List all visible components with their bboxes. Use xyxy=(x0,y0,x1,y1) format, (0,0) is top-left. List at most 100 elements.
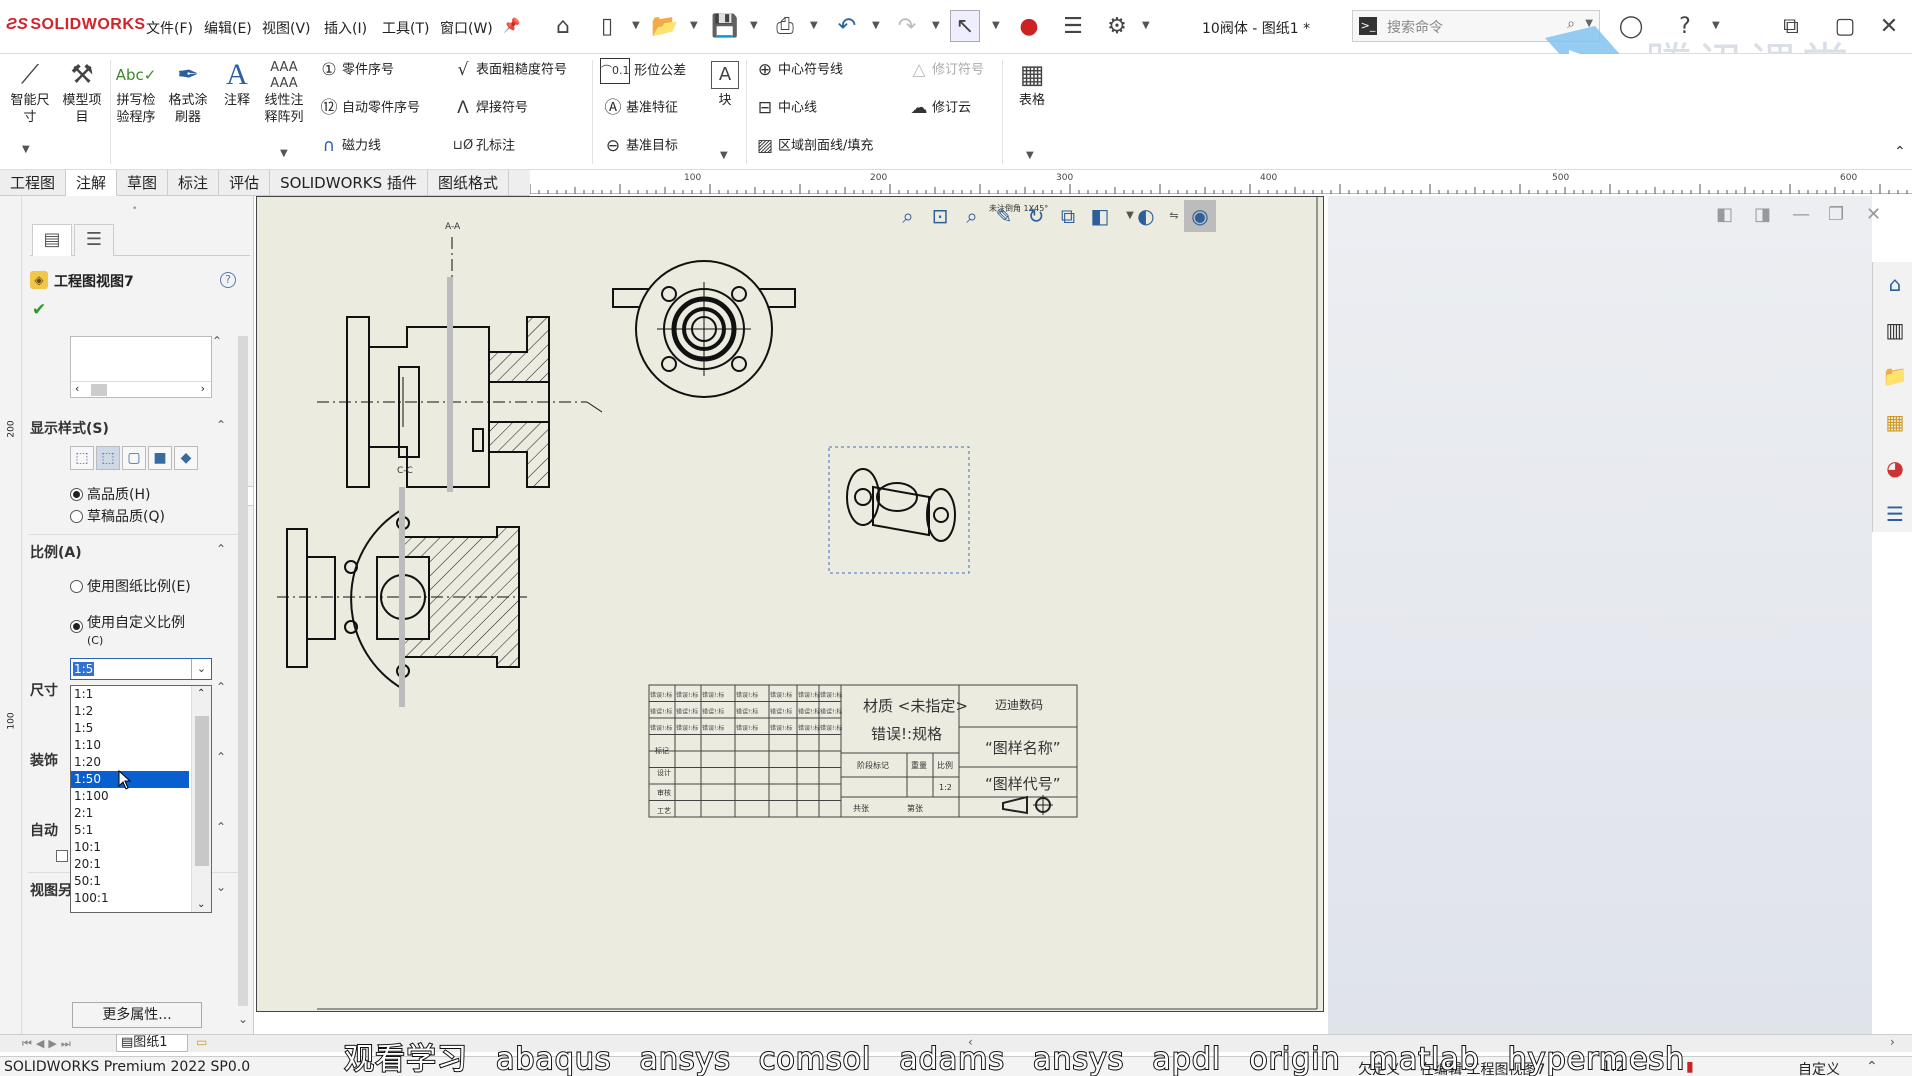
chevron-down-icon[interactable]: ▼ xyxy=(872,20,880,31)
chevron-down-icon[interactable]: ▼ xyxy=(750,20,758,31)
wireframe-style-icon[interactable]: ⬚ xyxy=(70,446,94,470)
scroll-down-icon[interactable]: ⌄ xyxy=(238,1012,248,1026)
expand-icon[interactable]: ⌄ xyxy=(216,880,226,894)
scale-option[interactable]: 50:1 xyxy=(71,873,189,890)
print-icon[interactable]: ⎙ xyxy=(770,10,800,42)
open-icon[interactable]: 📂 xyxy=(650,10,680,42)
geometric-tolerance-button[interactable]: ⌒0.1 形位公差 xyxy=(600,58,686,84)
rebuild-traffic-light-icon[interactable]: ● xyxy=(1014,10,1044,42)
spell-checker-button[interactable]: Abc✓ 拼写检 验程序 xyxy=(110,58,162,126)
scroll-down-icon[interactable]: ⌄ xyxy=(197,899,205,910)
tab-annotation[interactable]: 注解 xyxy=(66,170,118,196)
panel-grip-icon[interactable]: • xyxy=(132,204,137,214)
home-icon[interactable]: ⌂ xyxy=(548,10,578,42)
chevron-down-icon[interactable]: ▼ xyxy=(1142,20,1150,31)
center-mark-button[interactable]: ⊕ 中心符号线 xyxy=(752,58,843,82)
units-status[interactable]: 自定义 xyxy=(1798,1059,1840,1076)
ok-checkmark-icon[interactable]: ✔ xyxy=(32,300,46,320)
block-button[interactable]: A块 xyxy=(702,58,748,109)
model-items-button[interactable]: ⚒ 模型项 目 xyxy=(56,58,108,126)
front-view[interactable] xyxy=(612,260,796,398)
scale-option[interactable]: 1:5 xyxy=(71,720,189,737)
auto-balloon-button[interactable]: ⑫ 自动零件序号 xyxy=(316,96,421,120)
revision-symbol-button[interactable]: △ 修订符号 xyxy=(906,58,984,82)
custom-properties-icon[interactable]: ☰ xyxy=(1881,500,1909,528)
chevron-down-icon[interactable]: ▼ xyxy=(720,150,728,161)
panel-vertical-scrollbar[interactable]: ⌄ xyxy=(236,336,252,1036)
add-sheet-icon[interactable]: ▭ xyxy=(196,1035,207,1049)
custom-scale-combo[interactable]: 1:5 ⌄ xyxy=(70,658,212,680)
high-quality-radio[interactable]: 高品质(H) xyxy=(70,484,150,504)
cosmetic-thread-header[interactable]: 装饰 xyxy=(30,750,58,770)
menu-file[interactable]: 文件(F) xyxy=(146,18,193,38)
scale-option[interactable]: 100:1 xyxy=(71,890,189,907)
restore-doc-icon[interactable]: ❐ xyxy=(1828,204,1844,225)
close-doc-icon[interactable]: ✕ xyxy=(1866,204,1881,225)
tile-right-icon[interactable]: ◨ xyxy=(1754,204,1771,225)
scale-option[interactable]: 20:1 xyxy=(71,856,189,873)
collapse-icon[interactable]: ⌃ xyxy=(216,820,226,834)
scroll-thumb[interactable] xyxy=(195,716,209,866)
chevron-up-icon[interactable]: ⌃ xyxy=(1866,1059,1878,1075)
surface-finish-button[interactable]: √ 表面粗糙度符号 xyxy=(450,58,567,82)
view-palette-icon[interactable]: ▦ xyxy=(1881,408,1909,436)
collapse-icon[interactable]: ⌃ xyxy=(216,542,226,556)
dimension-type-header[interactable]: 尺寸 xyxy=(30,680,58,700)
format-painter-button[interactable]: ✒ 格式涂 刷器 xyxy=(162,58,214,126)
scale-option[interactable]: 10:1 xyxy=(71,839,189,856)
chevron-down-icon[interactable]: ▼ xyxy=(932,20,940,31)
section-view-c-c[interactable] xyxy=(277,487,527,707)
hole-callout-button[interactable]: ⊔Ø 孔标注 xyxy=(450,134,515,158)
file-explorer-icon[interactable]: 📁 xyxy=(1881,362,1909,390)
new-document-icon[interactable]: ▯ xyxy=(592,10,622,42)
minimize-doc-icon[interactable]: — xyxy=(1792,204,1810,225)
use-custom-scale-radio[interactable]: 使用自定义比例 (C) xyxy=(70,612,185,648)
tab-solidworks-addins[interactable]: SOLIDWORKS 插件 xyxy=(270,170,428,196)
scroll-up-icon[interactable]: ⌃ xyxy=(197,688,205,699)
solidworks-logo[interactable]: ƧS SOLIDWORKS xyxy=(6,16,146,34)
collapse-ribbon-icon[interactable]: ⌃ xyxy=(1894,144,1906,160)
table-button[interactable]: ▦ 表格 xyxy=(1008,58,1056,109)
pin-icon[interactable]: 📌 xyxy=(503,18,520,34)
collapse-icon[interactable]: ⌃ xyxy=(216,750,226,764)
scale-option[interactable]: 1:20 xyxy=(71,754,189,771)
datum-target-button[interactable]: ⊖ 基准目标 xyxy=(600,134,678,158)
shaded-icon[interactable]: ◆ xyxy=(174,446,198,470)
menu-window[interactable]: 窗口(W) xyxy=(440,18,493,38)
dropdown-scrollbar[interactable]: ⌃ ⌄ xyxy=(191,686,211,912)
close-window-icon[interactable]: ✕ xyxy=(1874,10,1904,42)
weld-symbol-button[interactable]: ⴷ 焊接符号 xyxy=(450,96,528,120)
scroll-up-icon[interactable]: ⌃ xyxy=(212,334,222,349)
draft-quality-radio[interactable]: 草稿品质(Q) xyxy=(70,506,165,526)
collapse-icon[interactable]: ⌃ xyxy=(216,418,226,432)
hidden-lines-visible-icon[interactable]: ⬚ xyxy=(96,446,120,470)
collapse-icon[interactable]: ⌃ xyxy=(216,680,226,694)
drawing-sheet[interactable]: A-A 未注倒角 1X45° C-C 错误!:标 错误!:标 错误!:标 错误!… xyxy=(256,196,1324,1012)
chevron-down-icon[interactable]: ▼ xyxy=(22,144,30,155)
tab-sheet-format[interactable]: 图纸格式 xyxy=(428,170,509,196)
scroll-right-icon[interactable]: › xyxy=(201,382,205,395)
feature-tree-tab-icon[interactable]: ☰ xyxy=(74,224,114,256)
tab-markup[interactable]: 标注 xyxy=(168,170,220,196)
scroll-thumb[interactable] xyxy=(91,384,107,396)
chevron-down-icon[interactable]: ⌄ xyxy=(191,659,211,679)
rotate-icon[interactable]: ↻ xyxy=(1020,200,1052,232)
scale-dropdown-list[interactable]: 1:1 1:2 1:5 1:10 1:20 1:50 1:100 2:1 5:1… xyxy=(70,685,212,913)
checkbox[interactable] xyxy=(56,850,68,862)
display-style-header[interactable]: 显示样式(S) xyxy=(30,418,109,438)
property-manager-tab-icon[interactable]: ▤ xyxy=(32,224,72,256)
previous-view-icon[interactable]: ⧉ xyxy=(1052,200,1084,232)
scale-option[interactable]: 5:1 xyxy=(71,822,189,839)
shaded-with-edges-icon[interactable]: ■ xyxy=(148,446,172,470)
more-properties-button[interactable]: 更多属性... xyxy=(72,1002,202,1028)
note-button[interactable]: A 注释 xyxy=(214,58,260,109)
menu-edit[interactable]: 编辑(E) xyxy=(204,18,252,38)
revision-cloud-button[interactable]: ☁ 修订云 xyxy=(906,96,972,120)
sheet-navigation-arrows-icon[interactable]: ⏮◀▶⏭ xyxy=(22,1037,75,1051)
datum-feature-button[interactable]: Ⓐ 基准特征 xyxy=(600,96,679,120)
menu-tools[interactable]: 工具(T) xyxy=(382,18,429,38)
chevron-down-icon[interactable]: ▼ xyxy=(280,148,288,159)
chevron-down-icon[interactable]: ▼ xyxy=(992,20,1000,31)
horizontal-scrollbar[interactable]: ‹ › xyxy=(71,381,211,397)
options-gear-icon[interactable]: ⚙ xyxy=(1102,10,1132,42)
